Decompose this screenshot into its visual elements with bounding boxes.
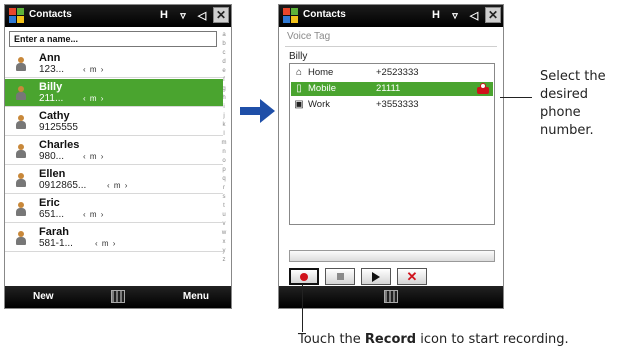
record-callout-suffix: icon to start recording. bbox=[416, 332, 569, 347]
windows-start-icon[interactable] bbox=[283, 8, 299, 24]
delete-icon: ✕ bbox=[406, 268, 418, 284]
phone-number: 21111 bbox=[376, 83, 401, 94]
network-status-icon[interactable]: H bbox=[428, 7, 444, 23]
contact-avatar-icon bbox=[15, 144, 27, 158]
keyboard-icon[interactable] bbox=[111, 290, 125, 303]
contact-name: Ellen bbox=[39, 168, 66, 180]
contact-method-switch[interactable]: ‹ m › bbox=[83, 210, 104, 219]
contacts-screen: Contacts H ▿ ◁ ✕ Enter a name... abcdefg… bbox=[4, 4, 232, 309]
delete-button[interactable]: ✕ bbox=[397, 268, 427, 285]
contact-avatar-icon bbox=[15, 115, 27, 129]
divider bbox=[285, 46, 497, 47]
contact-name: Farah bbox=[39, 226, 69, 238]
callout-line-2: desired bbox=[540, 87, 588, 102]
new-softkey[interactable]: New bbox=[33, 291, 54, 302]
contact-name: Cathy bbox=[39, 110, 70, 122]
contact-method-switch[interactable]: ‹ m › bbox=[95, 239, 116, 248]
phone-number-row[interactable]: ▣ Work +3553333 bbox=[291, 98, 493, 112]
title-bar: Contacts H ▿ ◁ ✕ bbox=[5, 5, 231, 27]
contact-avatar-icon bbox=[15, 231, 27, 245]
mobile-icon: ▯ bbox=[296, 83, 302, 94]
contact-name: Eric bbox=[39, 197, 60, 209]
home-icon: ⌂ bbox=[295, 67, 303, 78]
number-type: Home bbox=[308, 67, 334, 78]
callout-line bbox=[302, 284, 303, 332]
record-callout: Touch the Record icon to start recording… bbox=[298, 331, 569, 349]
contact-number: 651... bbox=[39, 209, 65, 220]
contact-number: 123... bbox=[39, 64, 65, 75]
contact-avatar-icon bbox=[15, 173, 27, 187]
callout-line-4: number. bbox=[540, 123, 594, 138]
close-icon[interactable]: ✕ bbox=[485, 7, 501, 23]
alphabet-letter[interactable]: b bbox=[219, 40, 229, 49]
phone-number: +3553333 bbox=[376, 99, 419, 110]
title-bar: Contacts H ▿ ◁ ✕ bbox=[279, 5, 503, 27]
recording-progress-bar bbox=[289, 250, 495, 262]
alphabet-letter[interactable]: a bbox=[219, 31, 229, 40]
contact-method-switch[interactable]: ‹ m › bbox=[83, 94, 104, 103]
stop-button[interactable] bbox=[325, 268, 355, 285]
alphabet-letter[interactable]: z bbox=[219, 256, 229, 265]
phone-number-list: ⌂ Home +2523333 ▯ Mobile 21111 ▣ Work +3553333 bbox=[289, 63, 495, 225]
right-arrow-icon bbox=[240, 99, 275, 123]
contact-number: 9125555 bbox=[39, 122, 78, 133]
app-title: Contacts bbox=[29, 9, 72, 20]
menu-softkey[interactable]: Menu bbox=[183, 291, 209, 302]
record-callout-bold: Record bbox=[364, 332, 417, 347]
volume-icon[interactable]: ◁ bbox=[194, 7, 210, 23]
record-icon bbox=[300, 272, 308, 281]
contact-row[interactable]: Farah 581-1... ‹ m › bbox=[5, 224, 223, 252]
contact-avatar-icon bbox=[15, 202, 27, 216]
contact-name: Billy bbox=[39, 81, 63, 93]
contact-row[interactable]: Cathy 9125555 bbox=[5, 108, 223, 136]
contact-row[interactable]: Eric 651... ‹ m › bbox=[5, 195, 223, 223]
contact-name: Ann bbox=[39, 52, 61, 64]
phone-number: +2523333 bbox=[376, 67, 419, 78]
voice-tag-header: Voice Tag bbox=[287, 31, 331, 42]
contact-number: 211... bbox=[39, 93, 64, 104]
callout-line-3: phone bbox=[540, 105, 581, 120]
contact-method-switch[interactable]: ‹ m › bbox=[83, 65, 104, 74]
phone-number-row[interactable]: ▯ Mobile 21111 bbox=[291, 82, 493, 96]
phone-number-row[interactable]: ⌂ Home +2523333 bbox=[291, 66, 493, 80]
network-status-icon[interactable]: H bbox=[156, 7, 172, 23]
contact-number: 581-1... bbox=[39, 238, 73, 249]
contact-number: 980... bbox=[39, 151, 65, 162]
contact-method-switch[interactable]: ‹ m › bbox=[83, 152, 104, 161]
volume-icon[interactable]: ◁ bbox=[466, 7, 482, 23]
number-type: Work bbox=[308, 99, 330, 110]
search-input[interactable]: Enter a name... bbox=[9, 31, 217, 47]
voice-tag-icon bbox=[477, 83, 489, 94]
contact-row[interactable]: Charles 980... ‹ m › bbox=[5, 137, 223, 165]
select-number-callout: Select the desired phone number. bbox=[540, 68, 620, 140]
windows-start-icon[interactable] bbox=[9, 8, 25, 24]
soft-key-bar: New Menu bbox=[5, 286, 231, 308]
signal-icon[interactable]: ▿ bbox=[447, 7, 463, 23]
contact-row[interactable]: Ellen 0912865... ‹ m › bbox=[5, 166, 223, 194]
number-type: Mobile bbox=[308, 83, 336, 94]
callout-line bbox=[500, 97, 532, 98]
contact-row[interactable]: Ann 123... ‹ m › bbox=[5, 50, 223, 78]
voice-tag-screen: Contacts H ▿ ◁ ✕ Voice Tag Billy ⌂ Home +2… bbox=[278, 4, 504, 309]
contact-name: Billy bbox=[289, 51, 308, 62]
stop-icon bbox=[336, 273, 344, 280]
soft-key-bar bbox=[279, 286, 503, 308]
play-icon bbox=[372, 271, 380, 282]
record-button[interactable] bbox=[289, 268, 319, 285]
contact-method-switch[interactable]: ‹ m › bbox=[107, 181, 128, 190]
contact-avatar-icon bbox=[15, 86, 27, 100]
contact-number: 0912865... bbox=[39, 180, 87, 191]
app-title: Contacts bbox=[303, 9, 346, 20]
work-icon: ▣ bbox=[294, 99, 304, 110]
callout-line-1: Select the bbox=[540, 69, 606, 84]
contact-row[interactable]: Billy 211... ‹ m › bbox=[5, 79, 223, 107]
play-button[interactable] bbox=[361, 268, 391, 285]
signal-icon[interactable]: ▿ bbox=[175, 7, 191, 23]
contact-name: Charles bbox=[39, 139, 80, 151]
contact-avatar-icon bbox=[15, 57, 27, 71]
record-callout-prefix: Touch the bbox=[298, 332, 365, 347]
close-icon[interactable]: ✕ bbox=[213, 7, 229, 23]
keyboard-icon[interactable] bbox=[384, 290, 398, 303]
